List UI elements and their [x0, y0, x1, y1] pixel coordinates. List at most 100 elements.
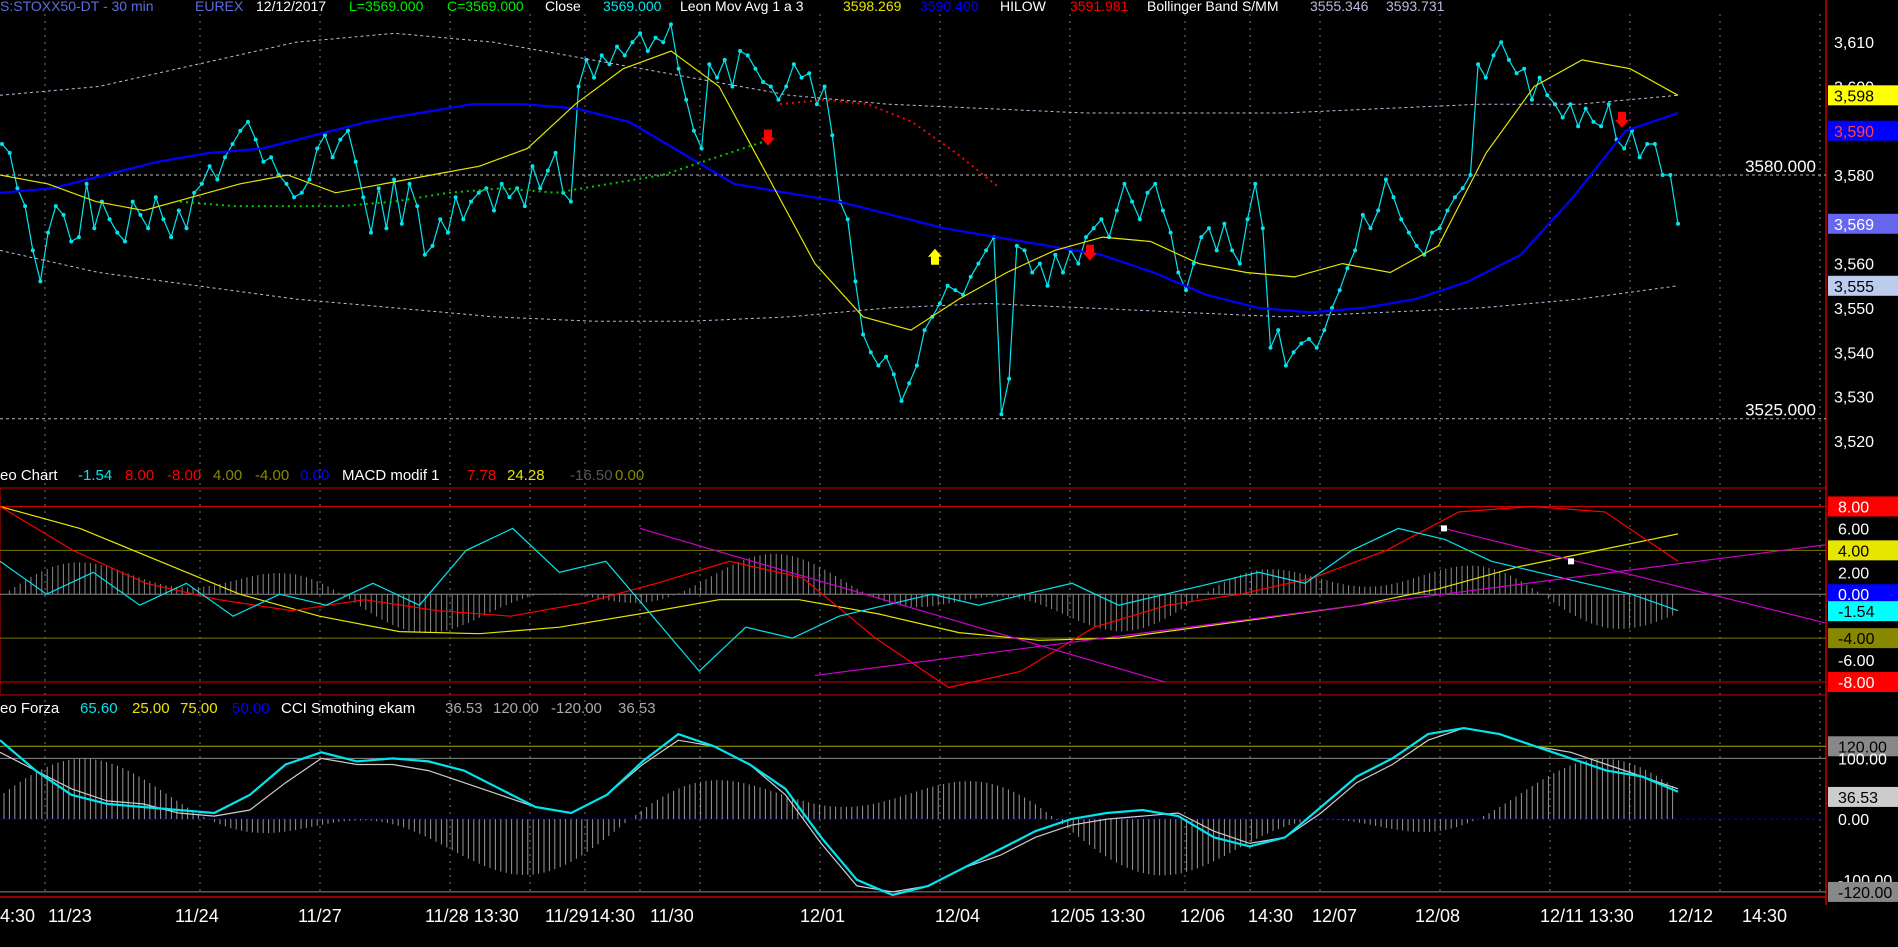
- price-value-flag-label: 3,590: [1834, 124, 1874, 141]
- close-price-point: [922, 328, 927, 333]
- close-price-point: [661, 40, 666, 45]
- close-price-point: [1160, 208, 1165, 213]
- close-price-point: [1460, 186, 1465, 191]
- close-price-point: [384, 226, 389, 231]
- close-price-point: [461, 217, 466, 222]
- close-price-point: [845, 217, 850, 222]
- close-price-point: [684, 97, 689, 102]
- price-axis-tick-label: 3,530: [1834, 390, 1874, 407]
- close-price-point: [1668, 173, 1673, 177]
- close-price-point: [553, 150, 558, 155]
- bollinger-value-2: 3593.731: [1386, 0, 1445, 14]
- close-price-point: [1499, 40, 1504, 45]
- close-price-point: [1014, 243, 1019, 248]
- close-price-point: [1606, 102, 1611, 107]
- close-price-point: [745, 53, 750, 58]
- macd-value-flag-label: -8.00: [1838, 675, 1875, 692]
- close-price-point: [1514, 71, 1519, 76]
- close-price-point: [822, 84, 827, 89]
- close-price-point: [76, 235, 81, 240]
- close-price-point: [630, 40, 635, 45]
- close-price-point: [1622, 146, 1627, 151]
- close-price-point: [1391, 195, 1396, 200]
- close-price-point: [1130, 199, 1135, 204]
- close-price-point: [768, 84, 773, 89]
- close-price-point: [1207, 226, 1211, 231]
- close-price-point: [246, 119, 250, 124]
- close-price-point: [576, 84, 581, 89]
- hilow-value: 3591.981: [1070, 0, 1129, 14]
- close-price-point: [1676, 221, 1680, 226]
- close-price-point: [1437, 226, 1442, 231]
- macd-m2: 24.28: [507, 467, 545, 484]
- close-price-point: [1576, 124, 1581, 129]
- close-price-point: [1230, 248, 1235, 253]
- price-value-flag-label: 3,569: [1834, 217, 1874, 234]
- close-price-point: [1529, 97, 1534, 102]
- price-panel-header: S:STOXX50-DT - 30 min EUREX 12/12/2017 L…: [0, 0, 1445, 14]
- macd-value-flag-label: 8.00: [1838, 499, 1869, 516]
- x-axis-tick-label: 11/23: [48, 906, 92, 926]
- close-price-point: [914, 363, 919, 368]
- close-price-point: [1345, 266, 1350, 271]
- close-price-point: [476, 190, 481, 195]
- close-price-point: [1476, 62, 1481, 67]
- close-price-point: [84, 181, 89, 186]
- close-price-point: [130, 199, 135, 204]
- macd-marker: [1441, 525, 1447, 532]
- close-price-point: [284, 181, 289, 186]
- price-value-flag-label: 3,598: [1834, 88, 1874, 105]
- trading-chart-window: S:STOXX50-DT - 30 min EUREX 12/12/2017 L…: [0, 0, 1898, 942]
- chart-canvas[interactable]: S:STOXX50-DT - 30 min EUREX 12/12/2017 L…: [0, 0, 1898, 942]
- close-price-point: [699, 146, 704, 151]
- x-axis-tick-label: 11/24: [175, 906, 219, 926]
- close-price-point: [269, 155, 274, 160]
- close-price-point: [430, 243, 435, 248]
- close-price-point: [422, 252, 427, 257]
- close-price-point: [392, 177, 397, 182]
- close-price-point: [1406, 230, 1411, 235]
- close-price-point: [230, 142, 235, 146]
- price-reference-label: 3580.000: [1745, 157, 1816, 176]
- bollinger-label: Bollinger Band S/MM: [1147, 0, 1279, 14]
- close-price-point: [238, 128, 243, 133]
- close-price-point: [138, 212, 143, 217]
- close-price-point: [1153, 181, 1158, 186]
- close-price-point: [261, 159, 266, 164]
- close-price-point: [807, 71, 812, 76]
- close-price-point: [61, 212, 66, 217]
- close-price-point: [30, 248, 35, 253]
- close-price-point: [791, 62, 796, 67]
- close-price-point: [1583, 106, 1588, 111]
- macd-v3: -8.00: [167, 467, 201, 484]
- close-price-point: [1522, 66, 1527, 71]
- close-price-point: [7, 150, 12, 155]
- cci-panel-header: eo Forza 65.60 25.00 75.00 50.00 CCI Smo…: [0, 700, 656, 717]
- price-reference-label: 3525.000: [1745, 401, 1816, 420]
- close-price-point: [968, 274, 973, 279]
- close-price-point: [891, 372, 896, 377]
- cci-value-flag-label: 0.00: [1838, 812, 1869, 829]
- x-axis-tick-label: 11/28 13:30: [425, 906, 519, 926]
- close-price-point: [407, 181, 412, 186]
- close-price-point: [445, 230, 450, 235]
- close-price-point: [1222, 221, 1227, 226]
- cci-c1: 36.53: [445, 700, 483, 717]
- close-price-point: [907, 381, 912, 386]
- close-price-point: [1022, 248, 1027, 253]
- close-price-point: [1353, 248, 1358, 253]
- macd-v5: -4.00: [255, 467, 289, 484]
- close-price-point: [1383, 177, 1388, 182]
- close-price-point: [876, 363, 881, 368]
- macd-m3: -16.50: [570, 467, 613, 484]
- x-axis-tick-label: 11/30: [650, 906, 694, 926]
- macd-m1: 7.78: [467, 467, 496, 484]
- close-price-point: [215, 177, 220, 182]
- close-price-point: [945, 283, 950, 288]
- close-price-point: [199, 181, 204, 186]
- close-price-point: [545, 168, 550, 173]
- close-price-point: [653, 35, 658, 40]
- x-axis-tick-label: 12/01: [800, 906, 845, 926]
- close-price-point: [592, 75, 596, 80]
- macd-v2: 8.00: [125, 467, 154, 484]
